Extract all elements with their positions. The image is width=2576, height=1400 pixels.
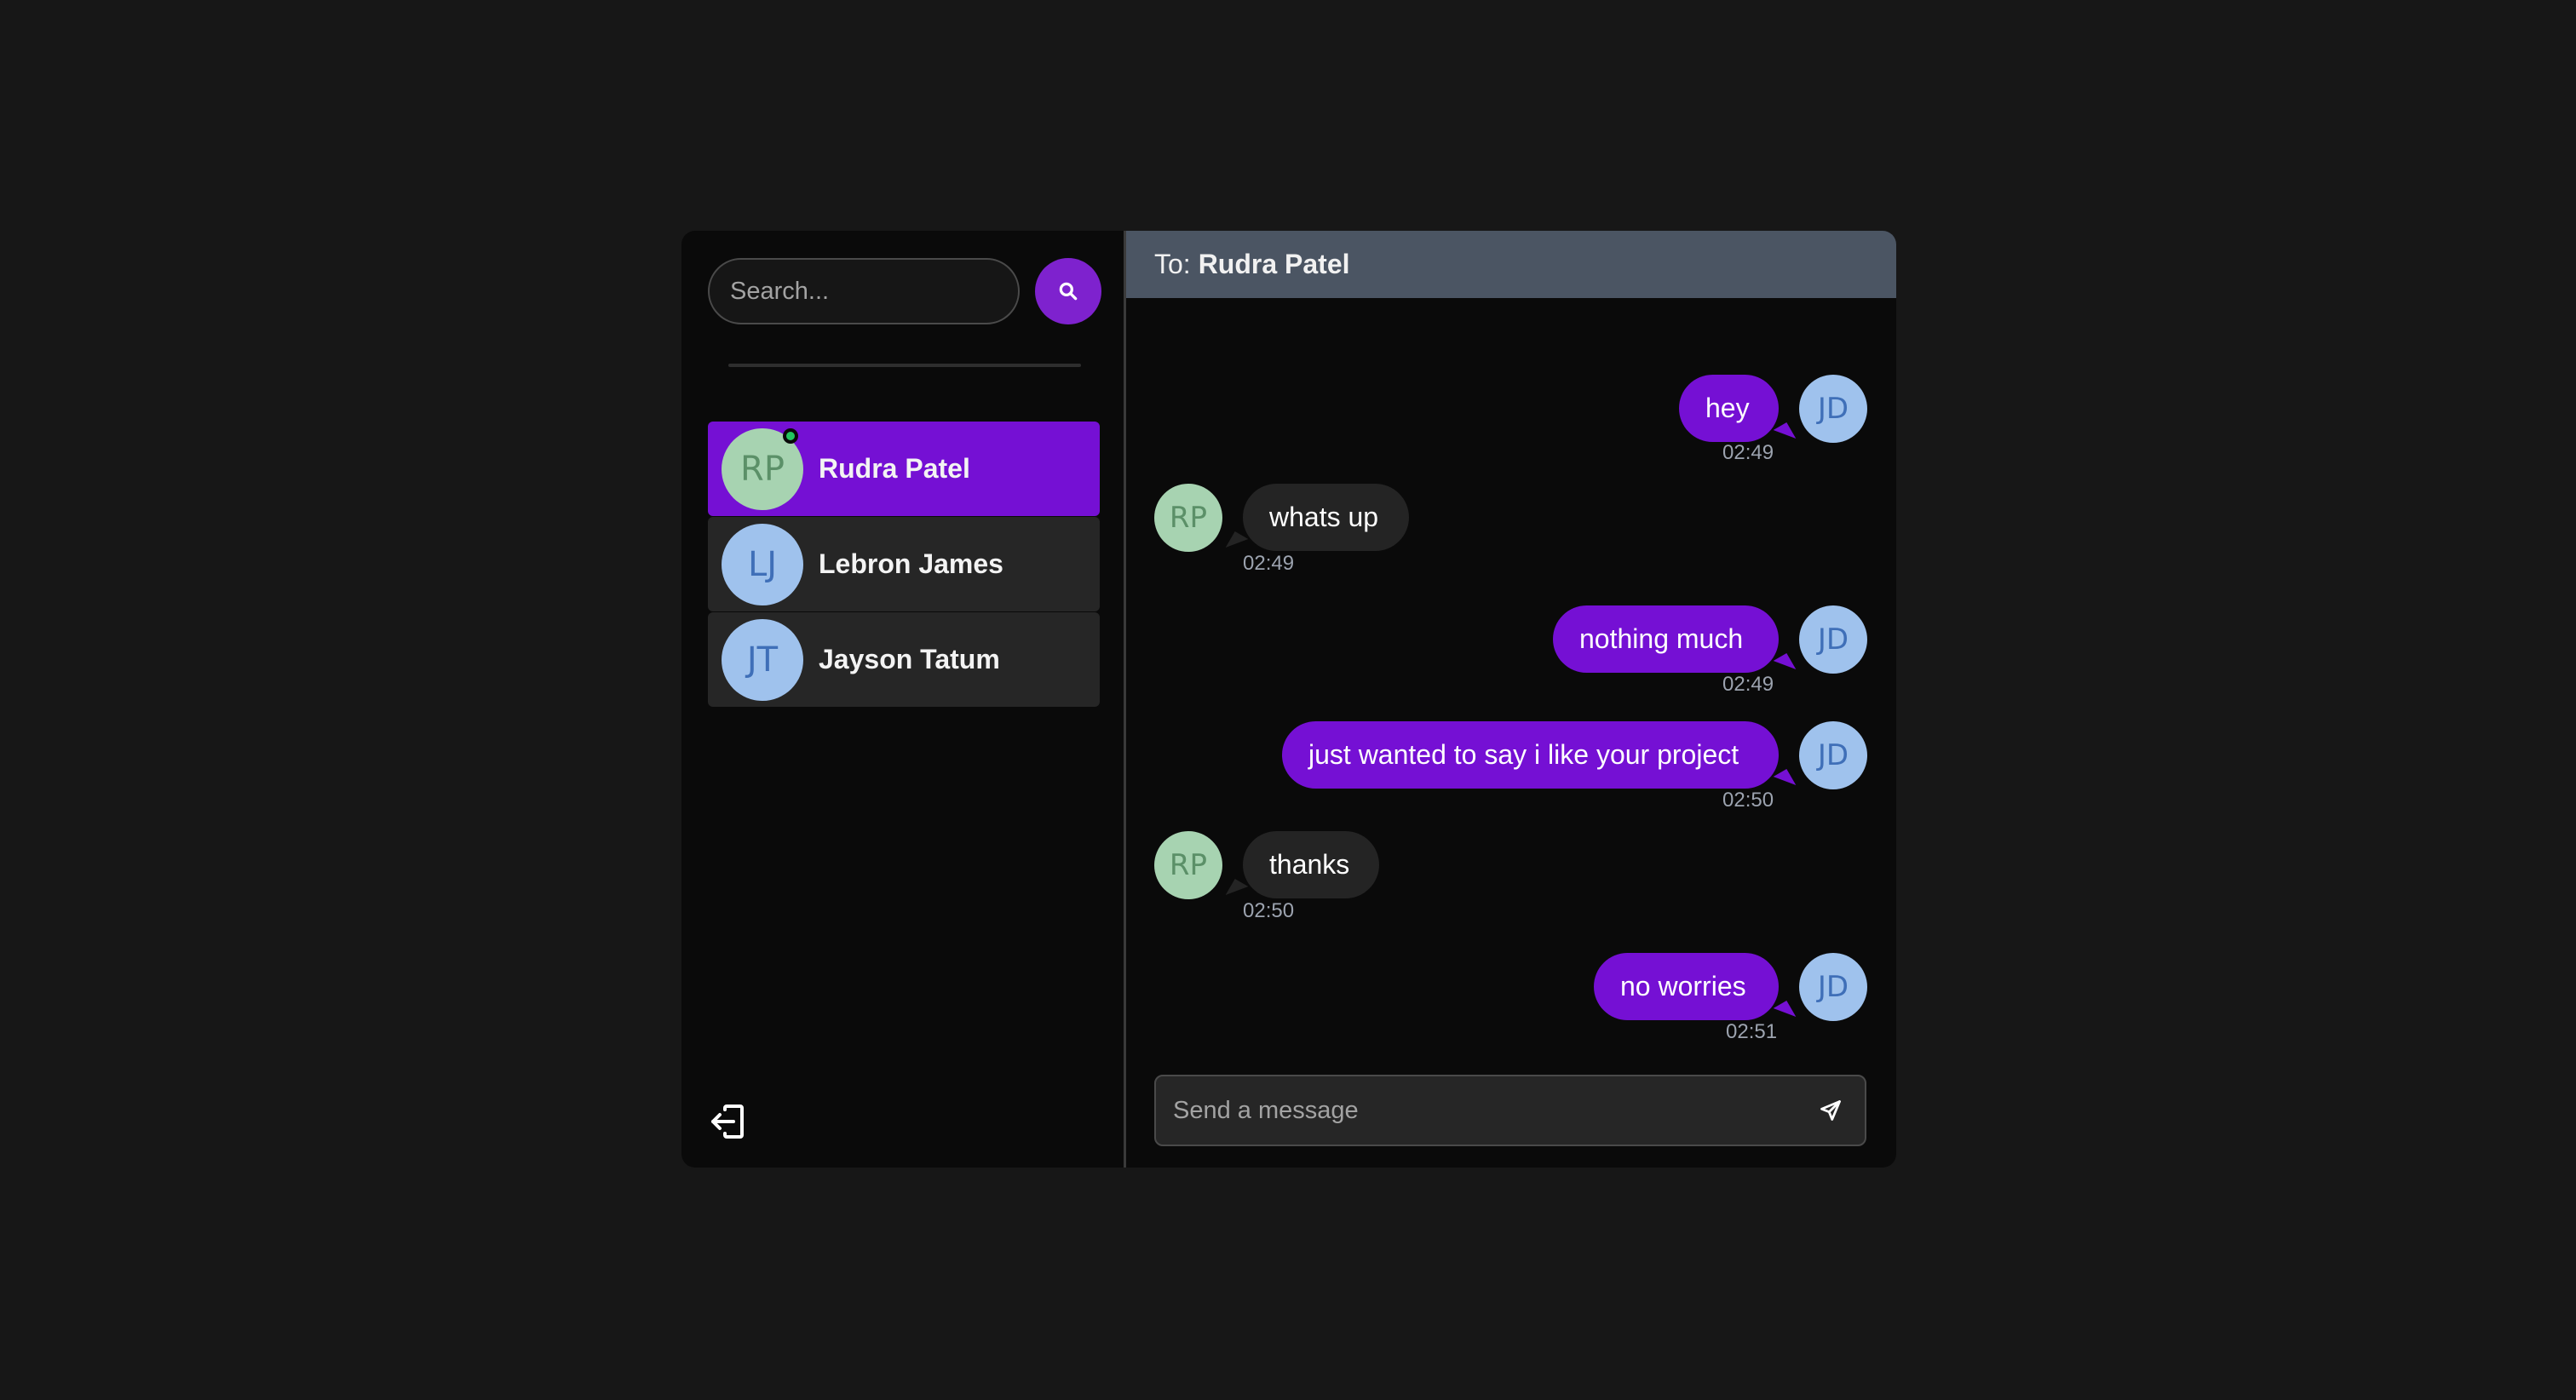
message-time: 02:50: [1722, 789, 1774, 812]
message-bubble: hey: [1679, 375, 1779, 442]
message-text: no worries: [1620, 971, 1746, 1001]
logout-button[interactable]: [707, 1101, 750, 1144]
avatar-initials: RP: [740, 449, 785, 489]
avatar-initials: RP: [1169, 501, 1208, 535]
message-bubble: nothing much: [1553, 605, 1779, 673]
avatar-initials: RP: [1169, 848, 1208, 882]
avatar: JD: [1799, 375, 1867, 443]
send-icon: [1820, 1100, 1841, 1121]
message-text: just wanted to say i like your project: [1308, 739, 1739, 770]
message-text: whats up: [1269, 502, 1379, 532]
logout-icon: [711, 1105, 744, 1139]
send-button[interactable]: [1805, 1085, 1856, 1136]
message-time: 02:49: [1243, 552, 1295, 575]
message-text: hey: [1705, 393, 1750, 423]
avatar: JD: [1799, 953, 1867, 1021]
avatar: JD: [1799, 721, 1867, 789]
avatar: JD: [1799, 605, 1867, 674]
message-list: hey JD 02:49 RP whats up 02:49 nothing m…: [1126, 298, 1894, 1047]
message-text: thanks: [1269, 849, 1350, 880]
avatar: RP: [722, 427, 803, 510]
chat-panel: To: Rudra Patel hey JD 02:49 RP whats up…: [1126, 231, 1896, 1168]
message-time: 02:51: [1726, 1020, 1778, 1043]
recipient-name: Rudra Patel: [1198, 249, 1350, 279]
avatar-initials: LJ: [747, 544, 778, 584]
message-time: 02:50: [1243, 899, 1295, 922]
conversation-lebron-james[interactable]: LJ Lebron James: [708, 517, 1100, 611]
avatar-initials: JD: [1817, 738, 1849, 772]
message-time: 02:49: [1722, 673, 1774, 696]
sidebar: RP Rudra Patel LJ Lebron James JT Jayson…: [681, 231, 1126, 1168]
search-row: [708, 258, 1101, 324]
message-bubble: whats up: [1243, 484, 1409, 551]
conversation-name: Lebron James: [819, 548, 1003, 579]
search-input[interactable]: [708, 258, 1020, 324]
search-button[interactable]: [1035, 258, 1101, 324]
search-icon: [1059, 282, 1078, 301]
avatar: JT: [722, 618, 803, 701]
divider: [728, 364, 1081, 367]
conversation-list: RP Rudra Patel LJ Lebron James JT Jayson…: [708, 422, 1100, 708]
conversation-name: Jayson Tatum: [819, 644, 1000, 674]
chat-header: To: Rudra Patel: [1126, 231, 1896, 298]
message-text: nothing much: [1579, 623, 1744, 654]
avatar-initials: JD: [1817, 392, 1849, 426]
avatar-initials: JD: [1817, 970, 1849, 1004]
online-indicator: [783, 427, 798, 444]
avatar: RP: [1154, 484, 1222, 552]
message-composer: [1154, 1075, 1866, 1146]
message-bubble: thanks: [1243, 831, 1379, 898]
message-time: 02:49: [1722, 441, 1774, 464]
header-prefix: To:: [1154, 249, 1191, 279]
avatar: RP: [1154, 831, 1222, 899]
chat-app: RP Rudra Patel LJ Lebron James JT Jayson…: [681, 231, 1896, 1168]
conversation-rudra-patel[interactable]: RP Rudra Patel: [708, 422, 1100, 516]
conversation-jayson-tatum[interactable]: JT Jayson Tatum: [708, 612, 1100, 707]
message-input[interactable]: [1156, 1076, 1805, 1145]
message-bubble: just wanted to say i like your project: [1282, 721, 1779, 789]
avatar-initials: JT: [746, 640, 779, 680]
avatar: LJ: [722, 523, 803, 605]
avatar-initials: JD: [1817, 623, 1849, 657]
message-bubble: no worries: [1594, 953, 1779, 1020]
conversation-name: Rudra Patel: [819, 453, 970, 484]
